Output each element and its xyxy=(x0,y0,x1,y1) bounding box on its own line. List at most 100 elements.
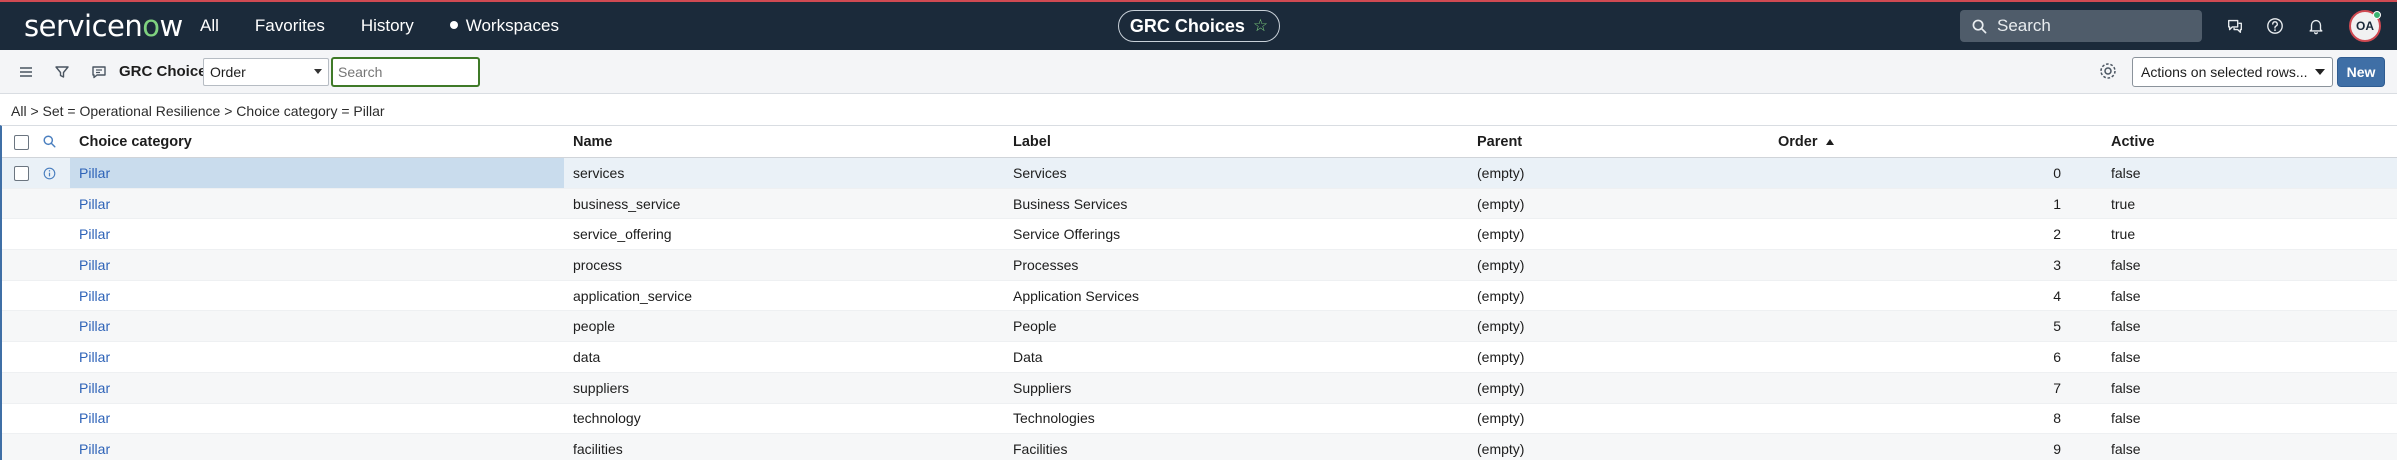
cell-parent: (empty) xyxy=(1477,287,1525,304)
nav-workspaces-label: Workspaces xyxy=(465,16,559,35)
table-row[interactable]: Pillar data Data (empty) 6 false xyxy=(2,342,2397,373)
context-title-pill[interactable]: GRC Choices ☆ xyxy=(1118,10,1280,42)
sort-ascending-icon xyxy=(1825,138,1834,145)
table-row[interactable]: Pillar service_offering Service Offerings (… xyxy=(2,219,2397,251)
header-order[interactable]: Order xyxy=(1778,126,2061,157)
breadcrumb[interactable]: All > Set = Operational Resilience > Cho… xyxy=(11,103,385,119)
cell-active: true xyxy=(2111,226,2136,243)
nav-history[interactable]: History xyxy=(361,16,414,36)
cell-order: 6 xyxy=(2053,348,2061,365)
cell-name: technology xyxy=(573,410,641,427)
header-active[interactable]: Active xyxy=(2111,126,2155,157)
global-search-label: Search xyxy=(1997,16,2051,35)
main-nav-links: All Favorites History Workspaces xyxy=(200,2,595,50)
help-icon[interactable] xyxy=(2264,15,2286,37)
record-list-table: Choice category Name Label Parent Order … xyxy=(0,125,2397,460)
header-parent[interactable]: Parent xyxy=(1477,126,1522,157)
search-field-select[interactable]: Order xyxy=(203,58,329,86)
cell-label: Service Offerings xyxy=(1013,226,1121,243)
global-search[interactable]: Search xyxy=(1960,10,2202,42)
cell-label: Application Services xyxy=(1013,287,1140,304)
cell-name: process xyxy=(573,256,623,273)
table-row[interactable]: Pillar suppliers Suppliers (empty) 7 false xyxy=(2,372,2397,404)
table-header-row: Choice category Name Label Parent Order … xyxy=(2,126,2397,158)
choice-category-link[interactable]: Pillar xyxy=(79,318,110,334)
choice-category-link[interactable]: Pillar xyxy=(79,349,110,365)
choice-category-link[interactable]: Pillar xyxy=(79,288,110,304)
table-row[interactable]: Pillar process Processes (empty) 3 false xyxy=(2,250,2397,281)
cell-active: false xyxy=(2111,348,2141,365)
actions-on-selected-rows-select[interactable]: Actions on selected rows... xyxy=(2132,57,2333,87)
search-icon xyxy=(1972,19,1987,33)
cell-order: 4 xyxy=(2053,287,2061,304)
cell-order: 2 xyxy=(2053,226,2061,243)
avatar-status-badge xyxy=(2373,11,2381,19)
filter-icon[interactable] xyxy=(52,62,72,82)
column-search-icon[interactable] xyxy=(42,134,57,149)
header-choice-category[interactable]: Choice category xyxy=(70,126,564,157)
cell-name: suppliers xyxy=(573,379,630,396)
table-row[interactable]: Pillar business_service Business Services (… xyxy=(2,188,2397,220)
row-checkbox[interactable] xyxy=(14,166,29,181)
cell-order: 3 xyxy=(2053,256,2061,273)
gear-icon[interactable] xyxy=(2098,61,2120,83)
hamburger-menu-icon[interactable] xyxy=(16,62,36,82)
cell-choice-category: Pillar xyxy=(70,434,564,460)
nav-all[interactable]: All xyxy=(200,16,219,36)
select-all-checkbox[interactable] xyxy=(14,135,29,150)
chevron-down-icon xyxy=(2315,69,2325,75)
choice-category-link[interactable]: Pillar xyxy=(79,196,110,212)
table-row[interactable]: Pillar technology Technologies (empty) 8 fals… xyxy=(2,404,2397,435)
cell-label: Services xyxy=(1013,164,1067,181)
cell-order: 1 xyxy=(2053,195,2061,212)
cell-order: 7 xyxy=(2053,379,2061,396)
cell-name: data xyxy=(573,348,601,365)
servicenow-logo[interactable]: servicenow xyxy=(24,9,183,43)
cell-parent: (empty) xyxy=(1477,410,1525,427)
info-icon[interactable] xyxy=(42,166,57,181)
context-title: GRC Choices xyxy=(1129,15,1245,36)
cell-parent: (empty) xyxy=(1477,226,1525,243)
cell-label: Data xyxy=(1013,348,1043,365)
choice-category-link[interactable]: Pillar xyxy=(79,441,110,457)
header-order-label: Order xyxy=(1778,133,1818,150)
favorite-star-icon[interactable]: ☆ xyxy=(1253,16,1268,36)
cell-label: Facilities xyxy=(1013,441,1068,458)
cell-choice-category: Pillar xyxy=(70,373,564,403)
new-button[interactable]: New xyxy=(2337,57,2385,87)
table-row[interactable]: Pillar people People (empty) 5 false xyxy=(2,311,2397,343)
cell-name: business_service xyxy=(573,195,681,212)
cell-name: people xyxy=(573,318,616,335)
nav-favorites[interactable]: Favorites xyxy=(255,16,325,36)
search-field-select-value: Order xyxy=(210,64,246,80)
cell-label: Suppliers xyxy=(1013,379,1072,396)
header-name[interactable]: Name xyxy=(573,126,613,157)
cell-choice-category: Pillar xyxy=(70,311,564,341)
notifications-bell-icon[interactable] xyxy=(2305,15,2327,37)
nav-workspaces[interactable]: Workspaces xyxy=(449,16,559,36)
cell-active: false xyxy=(2111,318,2141,335)
cell-active: false xyxy=(2111,256,2141,273)
choice-category-link[interactable]: Pillar xyxy=(79,226,110,242)
list-search-input[interactable] xyxy=(331,57,480,87)
cell-order: 0 xyxy=(2053,164,2061,181)
choice-category-link[interactable]: Pillar xyxy=(79,410,110,426)
workspaces-dot-icon xyxy=(449,20,458,29)
cell-label: Processes xyxy=(1013,256,1079,273)
cell-order: 9 xyxy=(2053,441,2061,458)
choice-category-link[interactable]: Pillar xyxy=(79,257,110,273)
cell-choice-category: Pillar xyxy=(70,281,564,311)
cell-name: facilities xyxy=(573,441,623,458)
choice-category-link[interactable]: Pillar xyxy=(79,165,110,181)
cell-label: People xyxy=(1013,318,1057,335)
top-navigation: servicenow All Favorites History Workspa… xyxy=(0,0,2397,50)
chat-icon[interactable] xyxy=(2224,15,2246,37)
cell-parent: (empty) xyxy=(1477,195,1525,212)
table-row[interactable]: Pillar services Services (empty) 0 false xyxy=(2,158,2397,189)
table-row[interactable]: Pillar facilities Facilities (empty) 9 false xyxy=(2,434,2397,460)
list-toolbar: GRC Choices Order Actions on selected ro… xyxy=(0,50,2397,94)
table-row[interactable]: Pillar application_service Application Ser… xyxy=(2,281,2397,312)
choice-category-link[interactable]: Pillar xyxy=(79,380,110,396)
header-label[interactable]: Label xyxy=(1013,126,1051,157)
comment-icon[interactable] xyxy=(89,62,109,82)
